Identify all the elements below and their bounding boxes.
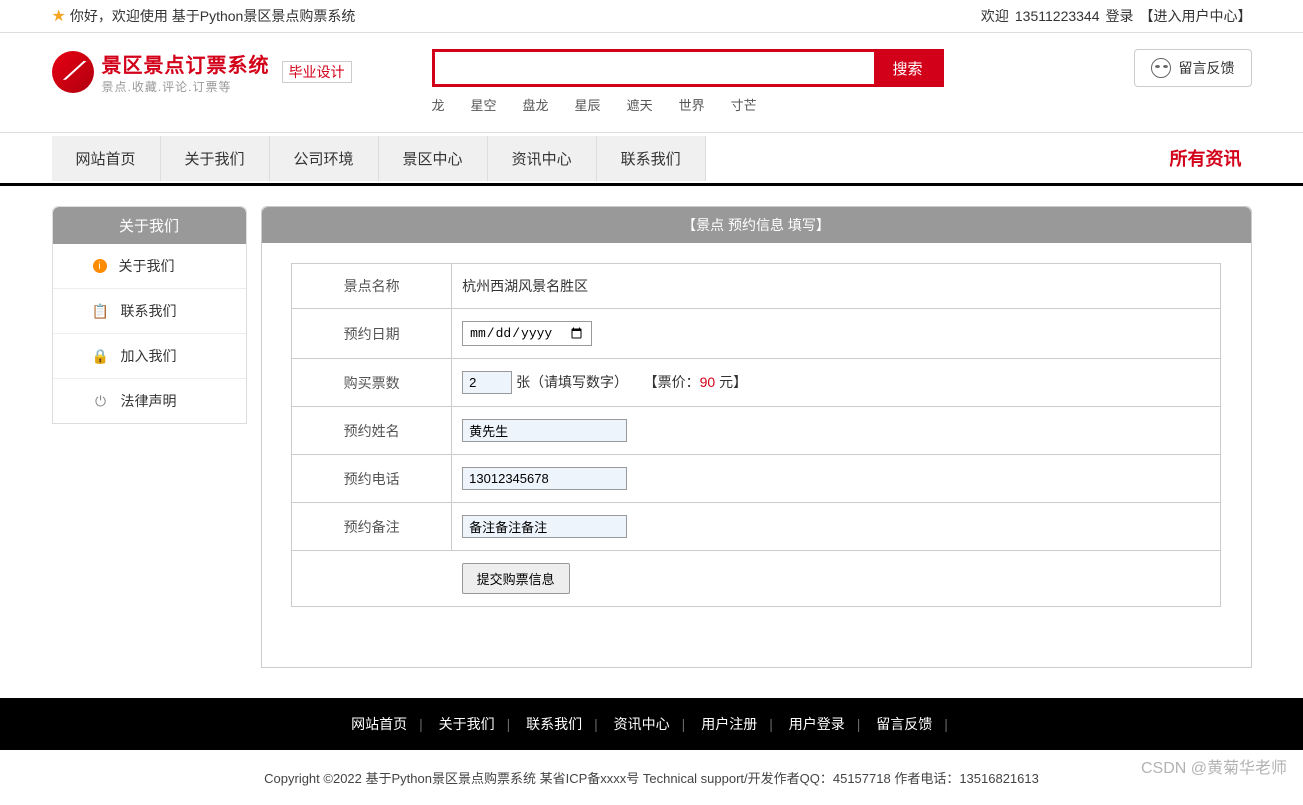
remark-input[interactable]	[462, 515, 627, 538]
user-phone: 13511223344	[1015, 8, 1100, 24]
feedback-label: 留言反馈	[1179, 58, 1235, 78]
nav-environment[interactable]: 公司环境	[270, 136, 379, 181]
booking-form: 景点名称 杭州西湖风景名胜区 预约日期 购买票数 张（请填写数字） 【票价：90…	[291, 263, 1221, 607]
qty-suffix: 张（请填写数字）	[516, 374, 628, 390]
name-label: 预约姓名	[292, 407, 452, 455]
sidebar-item-label: 联系我们	[121, 301, 177, 321]
date-input[interactable]	[462, 321, 592, 346]
star-icon: ★	[52, 6, 66, 26]
search-tag[interactable]: 星空	[471, 95, 497, 114]
top-bar: ★ 你好，欢迎使用 基于Python景区景点购票系统 欢迎 1351122334…	[0, 0, 1303, 33]
remark-label: 预约备注	[292, 503, 452, 551]
sidebar-item-label: 加入我们	[121, 346, 177, 366]
footer-link-home[interactable]: 网站首页	[351, 716, 407, 732]
copyright: Copyright ©2022 基于Python景区景点购票系统 某省ICP备x…	[0, 750, 1303, 805]
power-icon: ⏻	[93, 393, 109, 409]
sidebar-item-label: 法律声明	[121, 391, 177, 411]
sidebar-item-label: 关于我们	[119, 256, 175, 276]
main-content: 关于我们 i 关于我们 📋 联系我们 🔒 加入我们 ⏻ 法律声明 【景点 预约信…	[52, 206, 1252, 668]
sidebar-header: 关于我们	[53, 207, 246, 244]
feedback-button[interactable]: 留言反馈	[1134, 49, 1252, 87]
phone-input[interactable]	[462, 467, 627, 490]
lock-icon: 🔒	[93, 348, 109, 364]
sidebar-item-legal[interactable]: ⏻ 法律声明	[53, 379, 246, 423]
top-right-area: 欢迎 13511223344 登录 【进入用户中心】	[981, 6, 1252, 26]
logo-subtitle: 景点.收藏.评论.订票等	[102, 78, 270, 95]
main-nav: 网站首页 关于我们 公司环境 景区中心 资讯中心 联系我们 所有资讯	[52, 133, 1252, 183]
logo-badge: 毕业设计	[282, 61, 352, 84]
logo-title: 景区景点订票系统	[102, 49, 270, 78]
search-input[interactable]	[435, 52, 875, 84]
name-input[interactable]	[462, 419, 627, 442]
spot-name-value: 杭州西湖风景名胜区	[452, 264, 1221, 309]
login-status: 登录	[1106, 6, 1134, 26]
price-value: 90	[700, 374, 716, 390]
qty-input[interactable]	[462, 371, 512, 394]
footer-link-about[interactable]: 关于我们	[439, 716, 495, 732]
sidebar-item-contact[interactable]: 📋 联系我们	[53, 289, 246, 334]
nav-news[interactable]: 资讯中心	[488, 136, 597, 181]
search-tag[interactable]: 遮天	[627, 95, 653, 114]
price-unit: 元】	[715, 374, 747, 390]
headset-icon	[1151, 58, 1171, 78]
nav-scenic[interactable]: 景区中心	[379, 136, 488, 181]
search-tag[interactable]: 世界	[679, 95, 705, 114]
nav-wrap: 网站首页 关于我们 公司环境 景区中心 资讯中心 联系我们 所有资讯	[0, 132, 1303, 186]
welcome-text: 你好，欢迎使用 基于Python景区景点购票系统	[70, 6, 355, 26]
clipboard-icon: 📋	[93, 303, 109, 319]
search-tag[interactable]: 寸芒	[731, 95, 757, 114]
user-center-link[interactable]: 【进入用户中心】	[1140, 6, 1252, 26]
qty-label: 购买票数	[292, 359, 452, 407]
nav-about[interactable]: 关于我们	[161, 136, 270, 181]
search-box: 搜索	[432, 49, 944, 87]
sidebar-item-about[interactable]: i 关于我们	[53, 244, 246, 289]
footer-link-feedback[interactable]: 留言反馈	[876, 716, 932, 732]
content-panel: 【景点 预约信息 填写】 景点名称 杭州西湖风景名胜区 预约日期 购买票数 张（…	[261, 206, 1252, 668]
info-icon: i	[93, 259, 107, 273]
sidebar-item-join[interactable]: 🔒 加入我们	[53, 334, 246, 379]
nav-all-news[interactable]: 所有资讯	[1160, 133, 1252, 183]
panel-header: 【景点 预约信息 填写】	[262, 207, 1251, 243]
search-tag[interactable]: 星辰	[575, 95, 601, 114]
phone-label: 预约电话	[292, 455, 452, 503]
feedback-area: 留言反馈	[1134, 49, 1252, 87]
search-hot-tags: 龙 星空 盘龙 星辰 遮天 世界 寸芒	[432, 95, 1114, 114]
search-area: 搜索 龙 星空 盘龙 星辰 遮天 世界 寸芒	[432, 49, 1114, 114]
spot-name-label: 景点名称	[292, 264, 452, 309]
welcome-label: 欢迎	[981, 6, 1009, 26]
footer-link-contact[interactable]: 联系我们	[526, 716, 582, 732]
footer-nav: 网站首页| 关于我们| 联系我们| 资讯中心| 用户注册| 用户登录| 留言反馈…	[0, 698, 1303, 750]
price-prefix: 【票价：	[644, 374, 700, 390]
logo-icon: ⟋	[52, 51, 94, 93]
search-button[interactable]: 搜索	[874, 52, 940, 84]
footer-link-news[interactable]: 资讯中心	[614, 716, 670, 732]
nav-home[interactable]: 网站首页	[52, 136, 161, 181]
sidebar: 关于我们 i 关于我们 📋 联系我们 🔒 加入我们 ⏻ 法律声明	[52, 206, 247, 424]
date-label: 预约日期	[292, 309, 452, 359]
submit-button[interactable]: 提交购票信息	[462, 563, 570, 594]
footer-link-login[interactable]: 用户登录	[789, 716, 845, 732]
logo-area[interactable]: ⟋ 景区景点订票系统 景点.收藏.评论.订票等 毕业设计	[52, 49, 352, 95]
search-tag[interactable]: 龙	[432, 95, 445, 114]
search-tag[interactable]: 盘龙	[523, 95, 549, 114]
footer-link-register[interactable]: 用户注册	[701, 716, 757, 732]
nav-contact[interactable]: 联系我们	[597, 136, 706, 181]
welcome-message: ★ 你好，欢迎使用 基于Python景区景点购票系统	[52, 6, 356, 26]
header: ⟋ 景区景点订票系统 景点.收藏.评论.订票等 毕业设计 搜索 龙 星空 盘龙 …	[52, 33, 1252, 122]
